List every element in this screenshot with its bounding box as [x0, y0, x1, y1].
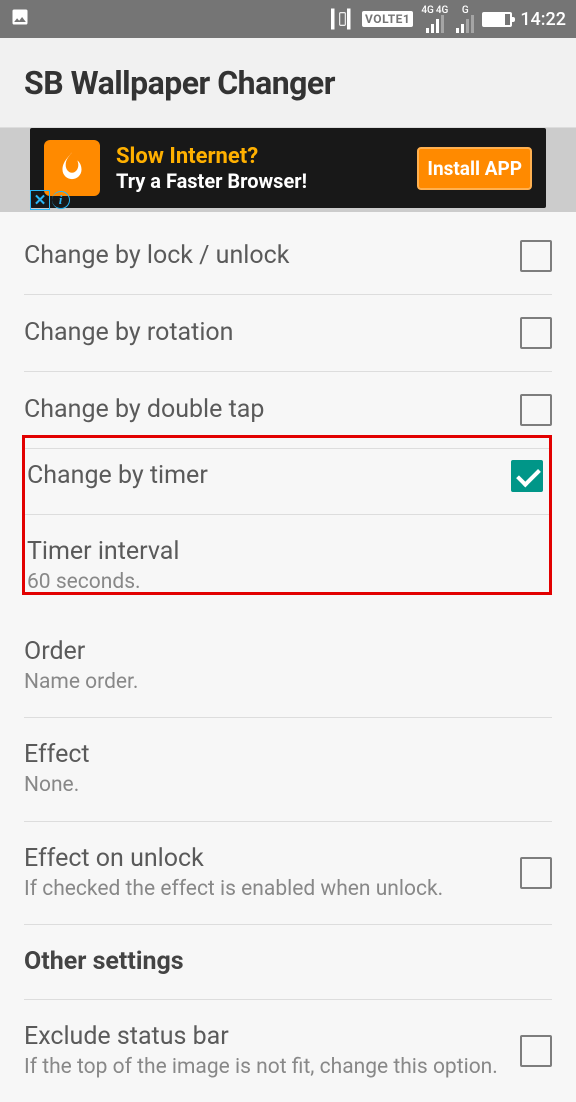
setting-title: Timer interval [27, 537, 527, 567]
setting-subtitle: If the top of the image is not fit, chan… [24, 1054, 504, 1080]
setting-change-by-double-tap[interactable]: Change by double tap [24, 372, 552, 449]
picture-icon [10, 7, 30, 27]
volte-badge: VOLTE1 [362, 11, 413, 27]
checkbox-icon[interactable] [520, 394, 552, 426]
setting-change-by-rotation[interactable]: Change by rotation [24, 295, 552, 372]
setting-title: Effect on unlock [24, 844, 504, 874]
setting-effect[interactable]: Effect None. [24, 718, 552, 821]
checkbox-checked-icon[interactable] [511, 460, 543, 492]
setting-subtitle: None. [24, 772, 536, 798]
setting-title: Change by double tap [24, 395, 504, 425]
setting-exclude-status-bar[interactable]: Exclude status bar If the top of the ima… [24, 1000, 552, 1102]
signal-2: G [456, 6, 474, 33]
ad-info-icon[interactable]: i [52, 191, 70, 209]
settings-list: Change by lock / unlock Change by rotati… [0, 212, 576, 449]
status-bar: VOLTE1 4G4G G 14:22 [0, 0, 576, 38]
close-ad-icon[interactable]: ✕ [30, 190, 50, 210]
setting-title: Effect [24, 740, 536, 770]
checkbox-icon[interactable] [520, 1035, 552, 1067]
battery-icon [482, 12, 512, 27]
setting-change-by-timer[interactable]: Change by timer [25, 438, 549, 515]
signal-bars-icon [456, 15, 474, 33]
page-title: SB Wallpaper Changer [24, 64, 335, 102]
app-bar: SB Wallpaper Changer [0, 38, 576, 128]
setting-title: Change by rotation [24, 318, 504, 348]
setting-title: Change by lock / unlock [24, 241, 504, 271]
section-title: Other settings [24, 947, 536, 977]
install-app-button[interactable]: Install APP [417, 147, 532, 190]
setting-order[interactable]: Order Name order. [24, 615, 552, 718]
checkbox-icon[interactable] [520, 317, 552, 349]
setting-effect-on-unlock[interactable]: Effect on unlock If checked the effect i… [24, 822, 552, 925]
setting-title: Order [24, 637, 536, 667]
checkbox-icon[interactable] [520, 240, 552, 272]
setting-subtitle: 60 seconds. [27, 569, 527, 595]
setting-change-by-lock[interactable]: Change by lock / unlock [24, 212, 552, 295]
section-other-settings: Other settings [24, 925, 552, 1000]
setting-subtitle: Name order. [24, 669, 536, 695]
setting-subtitle: If checked the effect is enabled when un… [24, 876, 504, 902]
uc-logo-icon [44, 140, 100, 196]
highlight-annotation: Change by timer Timer interval 60 second… [22, 435, 552, 595]
ad-banner[interactable]: Slow Internet? Try a Faster Browser! Ins… [30, 128, 546, 208]
vibrate-icon [331, 5, 354, 33]
signal-1: 4G4G [421, 6, 448, 33]
ad-container: Slow Internet? Try a Faster Browser! Ins… [0, 128, 576, 212]
checkbox-icon[interactable] [520, 857, 552, 889]
ad-controls: ✕ i [30, 190, 70, 210]
ad-text: Slow Internet? Try a Faster Browser! [116, 144, 417, 193]
settings-list-continued: Order Name order. Effect None. Effect on… [0, 615, 576, 1102]
signal-bars-icon [426, 15, 444, 33]
status-left [10, 7, 30, 32]
setting-timer-interval[interactable]: Timer interval 60 seconds. [25, 515, 549, 609]
clock: 14:22 [520, 9, 566, 30]
status-right: VOLTE1 4G4G G 14:22 [331, 5, 566, 33]
setting-title: Change by timer [27, 461, 495, 491]
setting-title: Exclude status bar [24, 1022, 504, 1052]
